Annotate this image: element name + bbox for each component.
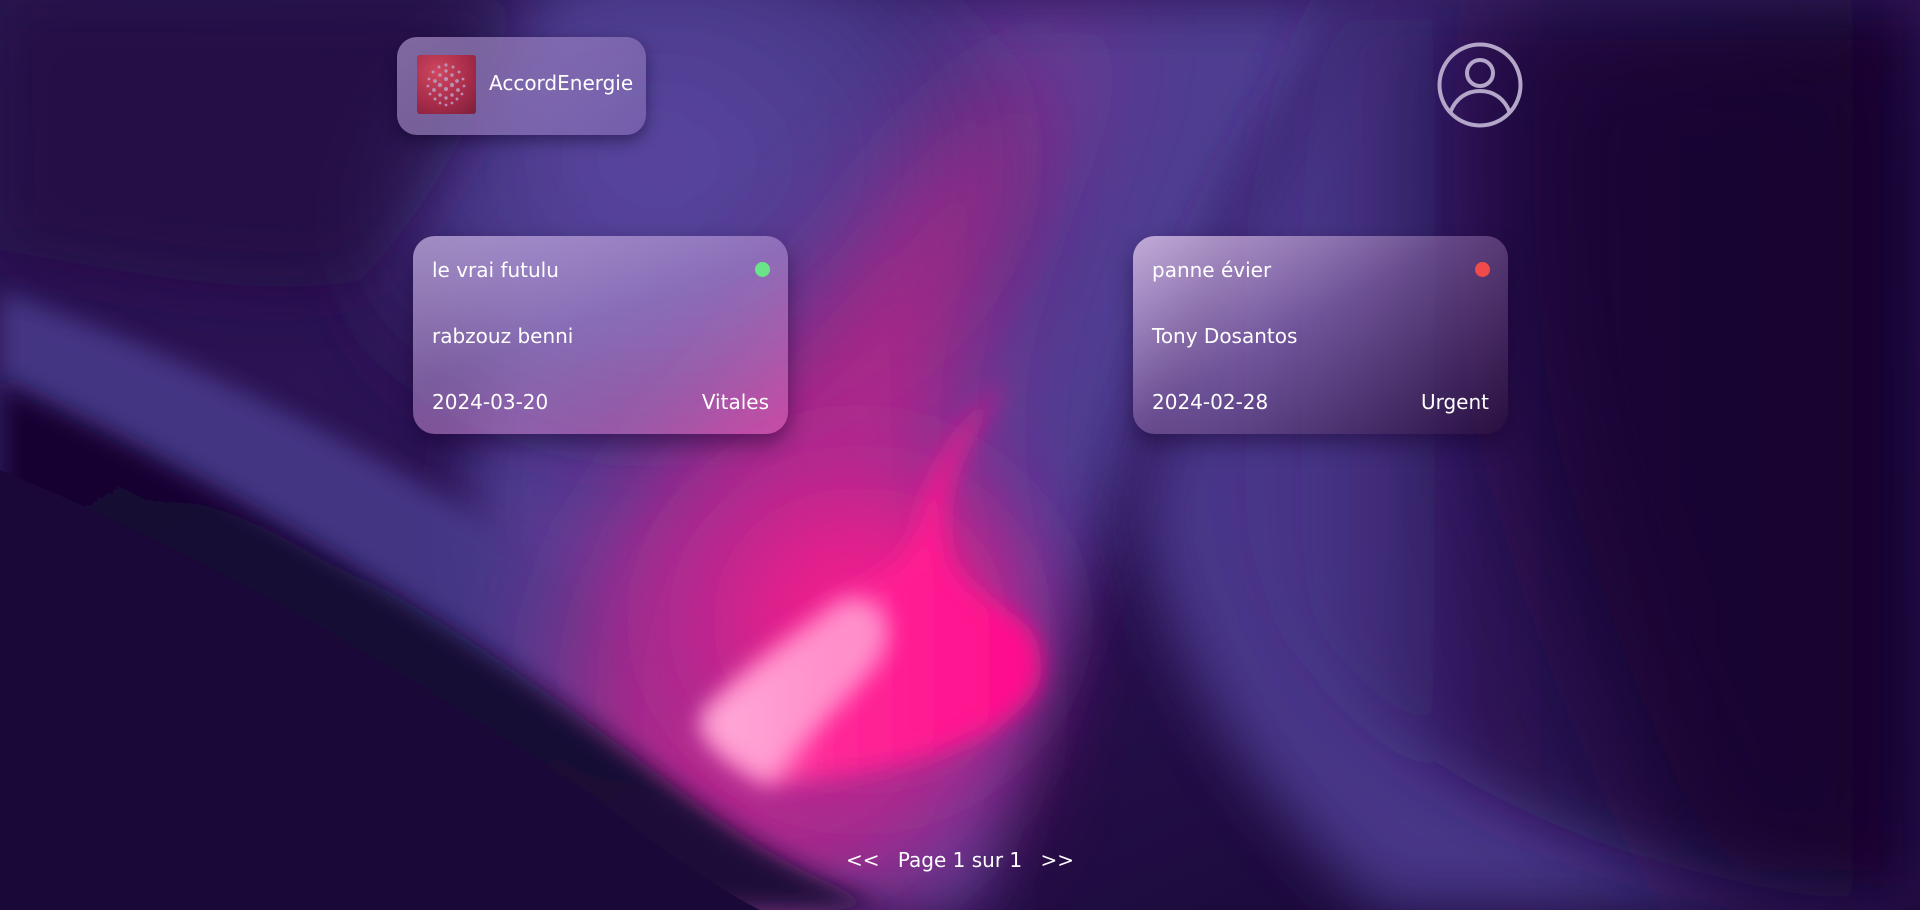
intervention-card[interactable]: panne évier Tony Dosantos 2024-02-28 Urg… xyxy=(1133,236,1508,434)
card-person: Tony Dosantos xyxy=(1152,324,1298,348)
card-category: Vitales xyxy=(701,390,769,414)
card-title: panne évier xyxy=(1152,258,1272,282)
user-avatar-icon[interactable] xyxy=(1436,41,1524,129)
sphere-logo-icon xyxy=(417,55,476,114)
brand-name: AccordEnergie xyxy=(489,71,634,95)
card-date: 2024-03-20 xyxy=(432,390,549,414)
intervention-card[interactable]: le vrai futulu rabzouz benni 2024-03-20 … xyxy=(413,236,788,434)
card-person: rabzouz benni xyxy=(432,324,574,348)
card-date: 2024-02-28 xyxy=(1152,390,1269,414)
status-dot xyxy=(755,262,770,277)
previous-page-button[interactable]: << xyxy=(840,848,886,872)
card-title: le vrai futulu xyxy=(432,258,559,282)
background-artwork xyxy=(0,0,1920,910)
next-page-button[interactable]: >> xyxy=(1034,848,1080,872)
card-category: Urgent xyxy=(1420,390,1489,414)
pagination: << Page 1 sur 1 >> xyxy=(0,848,1920,872)
status-dot xyxy=(1475,262,1490,277)
page-indicator: Page 1 sur 1 xyxy=(897,848,1023,872)
brand-logo-card[interactable]: AccordEnergie xyxy=(397,37,646,135)
